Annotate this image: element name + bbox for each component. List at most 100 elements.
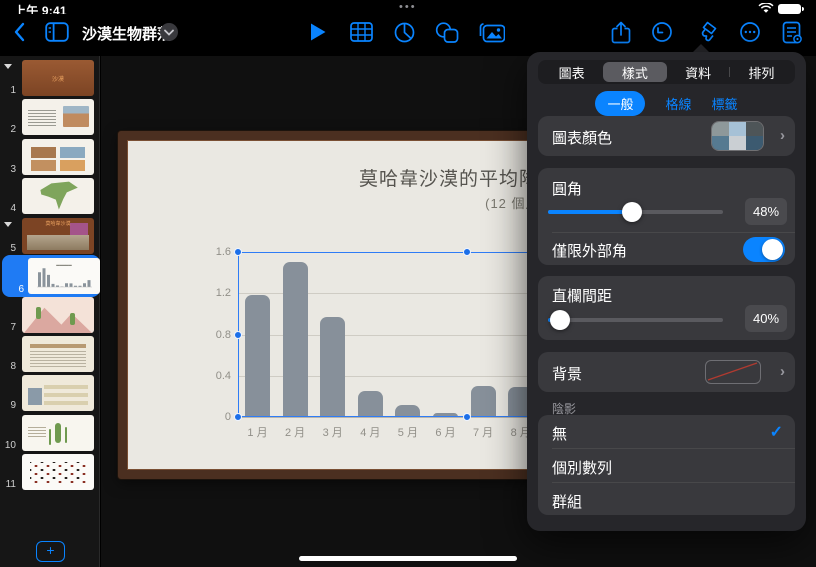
disclosure-triangle-icon[interactable]: [4, 222, 12, 227]
multitask-dots-icon: •••: [399, 1, 417, 13]
color-swatch: [746, 136, 763, 150]
tab-data[interactable]: 資料: [667, 62, 730, 82]
x-axis-tick: 4 月: [360, 427, 381, 439]
checkmark-icon: ✓: [769, 424, 783, 441]
x-axis-tick: 3 月: [322, 427, 343, 439]
status-bar: 上午 9:41 •••: [0, 0, 816, 18]
slide-preview: 莫哈韋沙漠: [22, 218, 94, 254]
slide-preview: [22, 297, 94, 333]
outer-corners-label: 僅限外部角: [552, 243, 628, 260]
slide-preview: [22, 336, 94, 372]
corner-radius-value: 48%: [745, 198, 787, 225]
tab-style[interactable]: 樣式: [603, 62, 667, 82]
slide-thumbnail-1[interactable]: 1 沙漠: [0, 60, 100, 98]
slide-preview: [22, 178, 94, 214]
slide-thumbnail-2[interactable]: 2: [0, 99, 100, 137]
document-title[interactable]: 沙漠生物群落: [82, 23, 172, 44]
chart-colors-row[interactable]: 圖表顏色 ›: [538, 116, 795, 156]
x-axis-tick: 2 月: [285, 427, 306, 439]
slide-thumbnail-7[interactable]: 7: [0, 297, 100, 335]
slide-thumbnail-8[interactable]: 8: [0, 336, 100, 374]
slides-view-button[interactable]: [40, 14, 74, 50]
slide-thumbnail-11[interactable]: 11: [0, 454, 100, 492]
format-panel: 圖表 樣式 資料 排列 一般 格線 標籤 圖表顏色 › 圓角 48% 僅限外部角…: [527, 52, 806, 531]
y-axis-tick: 0.8: [215, 328, 231, 341]
selection-handle[interactable]: [234, 413, 242, 421]
chevron-right-icon: ›: [780, 363, 785, 380]
y-axis-tick: 0: [224, 411, 231, 423]
chart-colors-label: 圖表顏色: [552, 130, 613, 147]
y-axis-tick: 1.2: [215, 287, 231, 300]
chart-button[interactable]: [387, 14, 421, 50]
tab-chart[interactable]: 圖表: [540, 62, 603, 82]
tab-arrange[interactable]: 排列: [730, 62, 793, 82]
play-button[interactable]: [301, 14, 335, 50]
disclosure-triangle-icon[interactable]: [4, 64, 12, 69]
chevron-right-icon: ›: [780, 127, 785, 144]
color-swatch: [729, 136, 746, 150]
color-swatch: [729, 122, 746, 136]
share-button[interactable]: [604, 14, 638, 50]
selection-handle[interactable]: [234, 248, 242, 256]
slider-thumb[interactable]: [550, 309, 571, 330]
column-gap-value: 40%: [745, 305, 787, 332]
slide-preview: [22, 99, 94, 135]
color-swatch: [746, 122, 763, 136]
y-axis-tick: 1.6: [215, 246, 231, 258]
slide-preview: [22, 454, 94, 490]
slide-preview: [22, 139, 94, 175]
background-row[interactable]: 背景 ›: [538, 352, 795, 392]
x-axis-tick: 6 月: [435, 427, 456, 439]
wifi-icon: [758, 3, 774, 14]
selection-handle[interactable]: [234, 330, 242, 339]
svg-text:▂▂▂▂▂: ▂▂▂▂▂: [55, 261, 72, 266]
add-slide-button[interactable]: +: [36, 541, 65, 562]
format-tabs: 圖表 樣式 資料 排列: [538, 60, 795, 84]
column-gap-group: 直欄間距 40%: [538, 276, 795, 340]
slide-navigator: 1 沙漠 2 3 4 5 莫哈韋沙漠 6 ▂▂▂▂▂ 7 8 9 10 11 +: [0, 56, 100, 567]
x-axis-tick: 7 月: [473, 427, 494, 439]
slide-thumbnail-4[interactable]: 4: [0, 178, 100, 216]
presenter-notes-button[interactable]: [775, 14, 809, 50]
subtab-labels[interactable]: 標籤: [712, 94, 738, 113]
selection-handle[interactable]: [463, 413, 471, 421]
outer-corners-toggle[interactable]: [743, 237, 785, 262]
slide-thumbnail-5[interactable]: 5 莫哈韋沙漠: [0, 218, 100, 256]
slider-thumb[interactable]: [622, 201, 642, 222]
corner-radius-group: 圓角 48% 僅限外部角: [538, 168, 795, 265]
corner-radius-slider[interactable]: [548, 201, 723, 222]
shapes-button[interactable]: [430, 14, 464, 50]
shadow-option-none[interactable]: 無 ✓: [538, 415, 795, 448]
subtab-gridlines[interactable]: 格線: [665, 94, 691, 113]
y-axis-tick: 0.4: [215, 369, 231, 382]
slide-thumbnail-6[interactable]: 6 ▂▂▂▂▂: [2, 255, 100, 297]
corner-radius-label: 圓角: [552, 181, 583, 198]
slide-thumbnail-10[interactable]: 10: [0, 415, 100, 453]
chart-color-swatches[interactable]: [712, 122, 763, 150]
title-chevron-icon[interactable]: [160, 23, 178, 41]
style-subtabs: 一般 格線 標籤: [527, 91, 806, 116]
subtab-general[interactable]: 一般: [595, 91, 646, 116]
x-axis-tick: 5 月: [397, 427, 418, 439]
back-button[interactable]: [2, 14, 36, 50]
x-axis-tick: 1 月: [247, 427, 268, 439]
column-gap-label: 直欄間距: [552, 288, 613, 305]
slide-thumbnail-3[interactable]: 3: [0, 139, 100, 177]
undo-button[interactable]: [645, 14, 679, 50]
slide-preview: 沙漠: [22, 60, 94, 96]
divider: [552, 232, 795, 233]
selection-handle[interactable]: [463, 248, 471, 256]
battery-icon: [778, 4, 804, 14]
media-button[interactable]: [475, 14, 509, 50]
column-gap-slider[interactable]: [548, 309, 723, 330]
home-indicator[interactable]: [299, 556, 517, 561]
slide-thumbnail-9[interactable]: 9: [0, 375, 100, 413]
slide-preview: [22, 415, 94, 451]
shadow-option-group[interactable]: 群組: [538, 483, 795, 516]
table-button[interactable]: [344, 14, 378, 50]
no-fill-swatch[interactable]: [705, 360, 761, 384]
slide-preview: [22, 375, 94, 411]
shadow-option-individual[interactable]: 個別數列: [538, 449, 795, 482]
more-button[interactable]: [733, 14, 767, 50]
background-label: 背景: [552, 366, 583, 383]
